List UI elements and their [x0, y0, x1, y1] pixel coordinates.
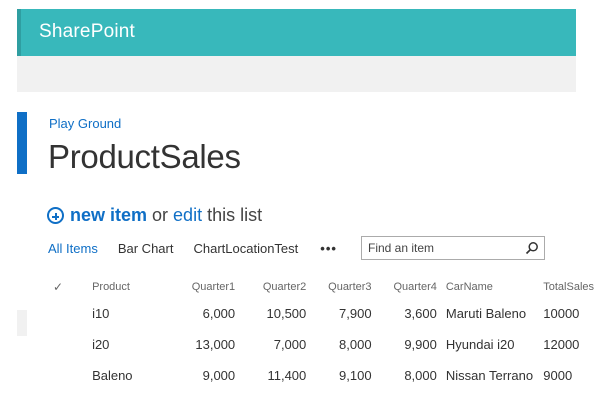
cell-quarter2: 7,000	[273, 337, 307, 352]
cell-product[interactable]: i10	[92, 298, 152, 329]
column-header-totalsales[interactable]: TotalSales	[543, 276, 603, 298]
column-header-quarter3[interactable]: Quarter3	[306, 276, 371, 298]
cell-quarter2: 10,500	[266, 306, 307, 321]
cell-carname: Hyundai i20	[445, 337, 515, 352]
ribbon-bar	[17, 56, 576, 92]
this-list-text: this list	[207, 205, 263, 225]
cell-quarter3: 9,100	[339, 368, 372, 383]
or-text: or	[152, 205, 169, 225]
column-header-product[interactable]: Product	[92, 276, 152, 298]
cell-totalsales: 9000	[543, 368, 573, 383]
cell-totalsales: 12000	[543, 337, 580, 352]
cell-quarter3: 8,000	[339, 337, 372, 352]
command-bar: new item or edit this list	[47, 205, 262, 226]
list-table: ✓ Product Quarter1 Quarter2 Quarter3 Qua…	[45, 276, 603, 391]
search-box	[361, 236, 545, 260]
select-all-column[interactable]: ✓	[45, 276, 92, 298]
more-views-ellipsis-icon[interactable]: •••	[320, 241, 337, 256]
cell-quarter1: 9,000	[202, 368, 236, 383]
cell-product[interactable]: i20	[92, 329, 152, 360]
checkmark-icon[interactable]: ✓	[53, 280, 63, 294]
view-all-items[interactable]: All Items	[48, 241, 98, 256]
row-select-cell[interactable]	[45, 298, 92, 329]
column-header-quarter2[interactable]: Quarter2	[235, 276, 306, 298]
suite-bar: SharePoint	[17, 9, 576, 56]
table-row[interactable]: i10 6,000 10,500 7,900 3,600 Maruti Bale…	[45, 298, 603, 329]
breadcrumb-site-link[interactable]: Play Ground	[49, 116, 121, 131]
left-nav-stub	[17, 310, 27, 336]
site-accent-bar	[17, 112, 27, 174]
column-header-carname[interactable]: CarName	[437, 276, 543, 298]
app-brand-link[interactable]: SharePoint	[39, 21, 135, 43]
page-title: ProductSales	[48, 138, 241, 175]
new-item-link[interactable]: new item	[70, 205, 147, 226]
view-chart-location-test[interactable]: ChartLocationTest	[193, 241, 298, 256]
edit-list-link[interactable]: edit	[173, 205, 202, 226]
cell-carname: Maruti Baleno	[445, 306, 527, 321]
column-header-quarter4[interactable]: Quarter4	[372, 276, 436, 298]
cell-quarter4: 8,000	[404, 368, 437, 383]
cell-quarter1: 6,000	[202, 306, 236, 321]
search-input[interactable]	[362, 237, 523, 259]
cell-totalsales: 10000	[543, 306, 580, 321]
view-bar-chart[interactable]: Bar Chart	[118, 241, 174, 256]
cell-quarter2: 11,400	[267, 368, 307, 383]
cell-quarter4: 9,900	[404, 337, 437, 352]
cell-quarter3: 7,900	[339, 306, 372, 321]
header-row: ✓ Product Quarter1 Quarter2 Quarter3 Qua…	[45, 276, 603, 298]
cell-quarter1: 13,000	[195, 337, 236, 352]
cell-carname: Nissan Terrano	[445, 368, 534, 383]
table-row[interactable]: Baleno 9,000 11,400 9,100 8,000 Nissan T…	[45, 360, 603, 391]
add-circle-icon[interactable]	[47, 207, 64, 224]
cell-quarter4: 3,600	[404, 306, 437, 321]
view-selector: All Items Bar Chart ChartLocationTest ••…	[48, 241, 337, 256]
row-select-cell[interactable]	[45, 329, 92, 360]
table-row[interactable]: i20 13,000 7,000 8,000 9,900 Hyundai i20…	[45, 329, 603, 360]
column-header-quarter1[interactable]: Quarter1	[152, 276, 235, 298]
suite-bar-edge	[17, 9, 21, 56]
search-icon[interactable]	[525, 241, 539, 255]
row-select-cell[interactable]	[45, 360, 92, 391]
cell-product[interactable]: Baleno	[92, 360, 152, 391]
